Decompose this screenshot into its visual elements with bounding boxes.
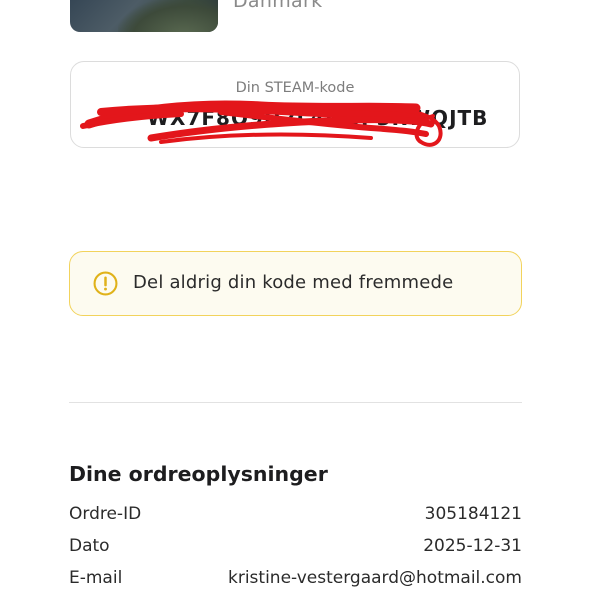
order-email-label: E-mail bbox=[69, 568, 123, 588]
warning-text: Del aldrig din kode med fremmede bbox=[133, 272, 454, 293]
steam-code-card[interactable]: Din STEAM-kode WX7F8Q9H2L4M6P3RWQJTB bbox=[70, 61, 520, 148]
order-email-value[interactable]: kristine-vestergaard@hotmail.com bbox=[228, 568, 522, 588]
product-region: Danmark bbox=[233, 0, 323, 12]
security-warning: Del aldrig din kode med fremmede bbox=[69, 251, 522, 316]
steam-code-value[interactable]: WX7F8Q9H2L4M6P3RWQJTB bbox=[147, 106, 488, 130]
order-info-title: Dine ordreoplysninger bbox=[69, 462, 328, 486]
order-date-row: Dato 2025-12-31 bbox=[69, 536, 522, 560]
order-id-row: Ordre-ID 305184121 bbox=[69, 504, 522, 528]
order-id-label: Ordre-ID bbox=[69, 504, 142, 524]
product-cover-image bbox=[70, 0, 218, 32]
order-email-row: E-mail kristine-vestergaard@hotmail.com bbox=[69, 568, 522, 591]
section-divider bbox=[69, 402, 522, 403]
order-date-label: Dato bbox=[69, 536, 110, 556]
cover-landscape bbox=[118, 0, 218, 32]
exclamation-circle-icon bbox=[93, 271, 118, 296]
order-date-value: 2025-12-31 bbox=[423, 536, 522, 556]
order-id-value: 305184121 bbox=[424, 504, 522, 524]
steam-code-label: Din STEAM-kode bbox=[235, 80, 355, 96]
order-page: Danmark Din STEAM-kode WX7F8Q9H2L4M6P3RW… bbox=[0, 0, 591, 591]
